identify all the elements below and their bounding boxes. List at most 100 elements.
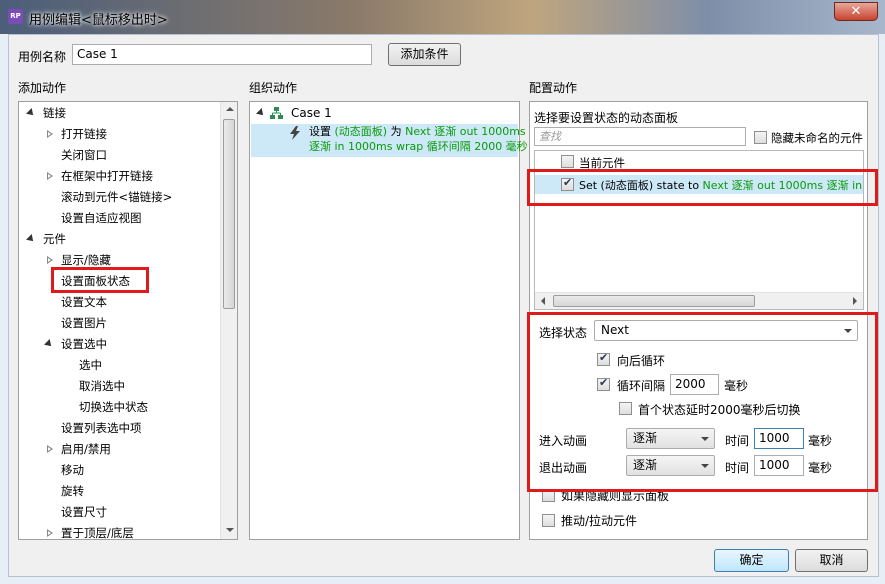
case-expand-icon[interactable]: [256, 108, 266, 118]
tree-item-label: 置于顶层/底层: [61, 526, 134, 540]
select-state-value: Next: [601, 323, 629, 337]
tree-item-label: 关闭窗口: [61, 148, 107, 162]
tree-item[interactable]: 切换选中状态: [19, 397, 219, 418]
tree-item-label: 设置图片: [61, 316, 107, 330]
tree-item[interactable]: 设置图片: [19, 313, 219, 334]
collapsed-arrow-icon[interactable]: [47, 445, 53, 453]
tree-item-label: 切换选中状态: [79, 400, 148, 414]
add-condition-button[interactable]: 添加条件: [388, 43, 461, 66]
scroll-right-arrow-icon[interactable]: [853, 297, 857, 305]
anim-in-value: 逐渐: [633, 431, 658, 445]
tree-item[interactable]: 关闭窗口: [19, 145, 219, 166]
organize-actions-panel[interactable]: Case 1 设置 (动态面板) 为 Next 逐渐 out 1000ms 逐渐…: [249, 101, 528, 540]
scroll-down-arrow-icon[interactable]: [226, 528, 234, 532]
expanded-arrow-icon[interactable]: [26, 108, 36, 118]
current-widget-checkbox[interactable]: [561, 155, 574, 168]
tree-item[interactable]: 取消选中: [19, 376, 219, 397]
tree-item-label: 设置文本: [61, 295, 107, 309]
panel-select-title: 选择要设置状态的动态面板: [534, 111, 679, 125]
tree-item-label: 设置列表选中项: [61, 421, 142, 435]
tree-item[interactable]: 设置选中: [19, 334, 219, 355]
tree-scroll-thumb[interactable]: [223, 119, 235, 309]
tree-item[interactable]: 移动: [19, 460, 219, 481]
select-state-dropdown[interactable]: Next: [594, 320, 858, 341]
action-mid: 为: [390, 125, 402, 138]
anim-out-dropdown[interactable]: 逐渐: [626, 455, 715, 476]
tree-item[interactable]: 在框架中打开链接: [19, 166, 219, 187]
wrap-label: 向后循环: [617, 354, 666, 368]
title-bar[interactable]: RP 用例编辑<鼠标移出时> ✕: [0, 0, 885, 34]
hide-unnamed-checkbox[interactable]: [754, 131, 767, 144]
tree-item-label: 设置自适应视图: [61, 211, 142, 225]
tree-item[interactable]: 打开链接: [19, 124, 219, 145]
tree-item[interactable]: 设置文本: [19, 292, 219, 313]
time-in-unit: 毫秒: [808, 434, 833, 448]
dynamic-panel-row[interactable]: Set (动态面板) state to Next 逐渐 out 1000ms 逐…: [535, 175, 863, 194]
tree-item[interactable]: 设置面板状态: [19, 271, 219, 292]
anim-in-dropdown[interactable]: 逐渐: [626, 428, 715, 449]
widget-search-input[interactable]: 查找: [534, 127, 746, 146]
wrap-checkbox[interactable]: [597, 351, 610, 366]
case-name-label: 用例名称: [18, 50, 67, 64]
push-pull-checkbox[interactable]: [542, 514, 555, 527]
hide-unnamed-label: 隐藏未命名的元件: [771, 131, 863, 145]
anim-out-label: 退出动画: [539, 461, 588, 475]
first-delay-label: 首个状态延时2000毫秒后切换: [638, 403, 801, 417]
scroll-up-arrow-icon[interactable]: [226, 107, 234, 111]
tree-item-label: 显示/隐藏: [61, 253, 111, 267]
first-delay-checkbox[interactable]: [619, 402, 632, 415]
interval-input[interactable]: 2000: [670, 374, 719, 395]
organize-actions-header: 组织动作: [249, 81, 298, 95]
collapsed-arrow-icon[interactable]: [47, 172, 53, 180]
action-line1-tail: Next 逐渐 out 1000ms: [405, 125, 526, 138]
tree-item-label: 设置面板状态: [61, 274, 130, 288]
tree-item[interactable]: 置于顶层/底层: [19, 523, 219, 540]
tree-item[interactable]: 滚动到元件<锚链接>: [19, 187, 219, 208]
case-name-input[interactable]: Case 1: [72, 44, 372, 65]
collapsed-arrow-icon[interactable]: [47, 256, 53, 264]
widget-list[interactable]: 当前元件 Set (动态面板) state to Next 逐渐 out 100…: [534, 150, 864, 310]
expanded-arrow-icon[interactable]: [44, 339, 54, 349]
dialog-client: 用例名称 Case 1 添加条件 添加动作 组织动作 配置动作 链接 打开链接关闭…: [8, 34, 879, 577]
push-pull-label: 推动/拉动元件: [561, 514, 638, 528]
scroll-left-arrow-icon[interactable]: [541, 297, 545, 305]
window-title: 用例编辑<鼠标移出时>: [29, 13, 168, 28]
ok-button[interactable]: 确定: [714, 549, 789, 572]
action-line2: 逐渐 in 1000ms wrap 循环间隔 2000 毫秒: [309, 140, 528, 153]
tree-item[interactable]: 显示/隐藏: [19, 250, 219, 271]
interval-checkbox[interactable]: [597, 376, 610, 391]
time-out-input[interactable]: 1000: [754, 455, 804, 476]
cancel-button[interactable]: 取消: [795, 549, 868, 572]
tree-item[interactable]: 链接: [19, 103, 219, 124]
tree-item[interactable]: 设置自适应视图: [19, 208, 219, 229]
tree-item-label: 启用/禁用: [61, 442, 111, 456]
show-if-hidden-checkbox[interactable]: [542, 489, 555, 502]
dynamic-panel-checkbox[interactable]: [561, 176, 574, 191]
app-icon: RP: [8, 9, 23, 24]
action-row[interactable]: 设置 (动态面板) 为 Next 逐渐 out 1000ms 逐渐 in 100…: [251, 124, 528, 157]
tree-item[interactable]: 启用/禁用: [19, 439, 219, 460]
hscroll-thumb[interactable]: [553, 295, 755, 307]
tree-item[interactable]: 设置尺寸: [19, 502, 219, 523]
time-in-input[interactable]: 1000: [754, 428, 804, 449]
show-if-hidden-label: 如果隐藏则显示面板: [561, 489, 670, 503]
tree-item[interactable]: 选中: [19, 355, 219, 376]
configure-actions-header: 配置动作: [529, 81, 578, 95]
collapsed-arrow-icon[interactable]: [47, 130, 53, 138]
widget-list-hscrollbar[interactable]: [535, 292, 863, 309]
collapsed-arrow-icon[interactable]: [47, 529, 53, 537]
tree-item-label: 在框架中打开链接: [61, 169, 153, 183]
dropdown-arrow-icon: [844, 329, 852, 333]
case-label[interactable]: Case 1: [291, 106, 332, 120]
tree-item[interactable]: 设置列表选中项: [19, 418, 219, 439]
tree-item[interactable]: 元件: [19, 229, 219, 250]
current-widget-label: 当前元件: [579, 156, 625, 170]
select-state-label: 选择状态: [539, 326, 588, 340]
add-actions-tree[interactable]: 链接 打开链接关闭窗口在框架中打开链接滚动到元件<锚链接> 设置自适应视图元件显示/…: [18, 101, 238, 540]
close-button[interactable]: ✕: [834, 2, 878, 21]
tree-item-label: 旋转: [61, 484, 84, 498]
expanded-arrow-icon[interactable]: [26, 234, 36, 244]
tree-scrollbar[interactable]: [220, 102, 237, 539]
tree-item[interactable]: 旋转: [19, 481, 219, 502]
add-actions-header: 添加动作: [18, 81, 67, 95]
